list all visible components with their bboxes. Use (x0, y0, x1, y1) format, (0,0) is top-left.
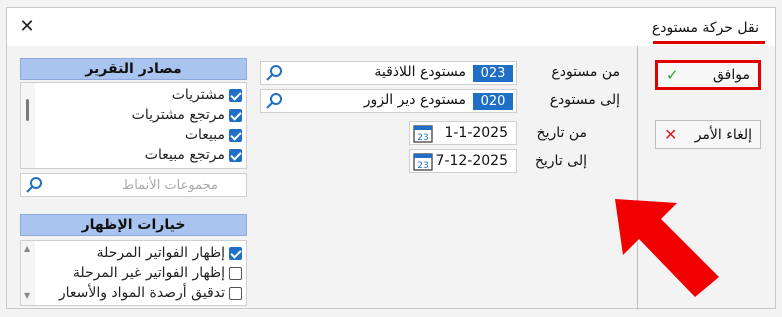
item-label: إظهار الفواتير المرحلة (96, 245, 225, 261)
item-label: مرتجع مشتريات (131, 107, 225, 123)
from-date-label: من تاريخ (536, 125, 587, 141)
to-warehouse-label: إلى مستودع (549, 92, 620, 108)
from-date-field[interactable]: 1-1-2025 23 (409, 121, 517, 145)
item-label: إظهار الفواتير غير المرحلة (72, 265, 225, 281)
scroll-up-icon[interactable]: ▲ (24, 244, 30, 253)
to-date-field[interactable]: 7-12-2025 23 (409, 149, 517, 173)
pattern-groups-field[interactable]: مجموعات الأنماط (20, 173, 247, 197)
svg-text:23: 23 (417, 161, 428, 171)
close-icon[interactable]: ✕ (16, 16, 38, 38)
list-item[interactable]: مبيعات (185, 126, 242, 144)
checkbox-purchases[interactable] (229, 88, 242, 102)
red-arrow-annotation (615, 199, 719, 297)
report-sources-scrollbar[interactable] (21, 83, 35, 168)
list-item[interactable]: مرتجع مبيعات (145, 146, 242, 164)
scroll-down-icon[interactable]: ▼ (24, 291, 30, 300)
list-item[interactable]: مرتجع مشتريات (132, 106, 242, 124)
search-icon[interactable] (265, 92, 285, 110)
checkbox-show-posted[interactable] (229, 246, 242, 260)
checkbox-sales[interactable] (229, 128, 242, 142)
to-warehouse-name: مستودع دير الزور (363, 92, 466, 108)
calendar-icon[interactable]: 23 (413, 152, 433, 171)
cancel-button[interactable]: إلغاء الأمر ✕ (655, 120, 761, 149)
to-warehouse-code: 020 (473, 93, 513, 110)
title-tab-underline (653, 41, 765, 44)
report-sources-list: مشتريات مرتجع مشتريات مبيعات مرتجع مبيعا… (20, 82, 247, 169)
list-item[interactable]: مشتريات (172, 86, 242, 104)
from-warehouse-code: 023 (473, 65, 513, 82)
item-label: مبيعات (184, 127, 225, 143)
cancel-button-label: إلغاء الأمر (694, 126, 752, 143)
report-sources-header: مصادر التقرير (20, 58, 247, 80)
display-options-header: خيارات الإظهار (20, 214, 247, 236)
dialog-title-tab[interactable]: نقل حركة مستودع (652, 20, 759, 36)
list-item[interactable]: تدقيق أرصدة المواد والأسعار (59, 284, 242, 302)
to-date-label: إلى تاريخ (534, 153, 587, 169)
scrollbar-thumb[interactable] (26, 99, 29, 121)
item-label: تدقيق أرصدة المواد والأسعار (58, 285, 225, 301)
checkbox-sales-returns[interactable] (229, 148, 242, 162)
search-icon[interactable] (265, 64, 285, 82)
ok-button[interactable]: موافق ✓ (655, 60, 761, 90)
list-item[interactable]: إظهار الفواتير غير المرحلة (73, 264, 242, 282)
to-warehouse-field[interactable]: 020 مستودع دير الزور (260, 89, 517, 113)
check-icon: ✓ (666, 66, 679, 84)
svg-text:23: 23 (417, 133, 428, 143)
item-label: مشتريات (171, 87, 225, 103)
item-label: مرتجع مبيعات (144, 147, 225, 163)
display-options-list: ▲ ▼ إظهار الفواتير المرحلة إظهار الفواتي… (20, 240, 247, 306)
search-icon[interactable] (25, 176, 45, 194)
dialog-window: ✕ نقل حركة مستودع موافق ✓ إلغاء الأمر ✕ … (6, 7, 776, 310)
calendar-icon[interactable]: 23 (413, 124, 433, 143)
title-bar: ✕ نقل حركة مستودع (7, 8, 775, 46)
display-options-scrollbar[interactable]: ▲ ▼ (21, 241, 35, 305)
x-icon: ✕ (664, 125, 678, 144)
to-date-value: 7-12-2025 (435, 153, 508, 169)
checkbox-purchase-returns[interactable] (229, 108, 242, 122)
list-item[interactable]: إظهار الفواتير المرحلة (97, 244, 242, 262)
ok-button-label: موافق (713, 67, 750, 83)
pattern-groups-placeholder: مجموعات الأنماط (122, 178, 218, 193)
from-warehouse-field[interactable]: 023 مستودع اللاذقية (260, 61, 517, 85)
checkbox-show-unposted[interactable] (229, 266, 242, 280)
from-date-value: 1-1-2025 (444, 125, 508, 141)
from-warehouse-name: مستودع اللاذقية (374, 64, 466, 80)
from-warehouse-label: من مستودع (551, 64, 620, 80)
checkbox-audit-balances[interactable] (229, 286, 242, 300)
